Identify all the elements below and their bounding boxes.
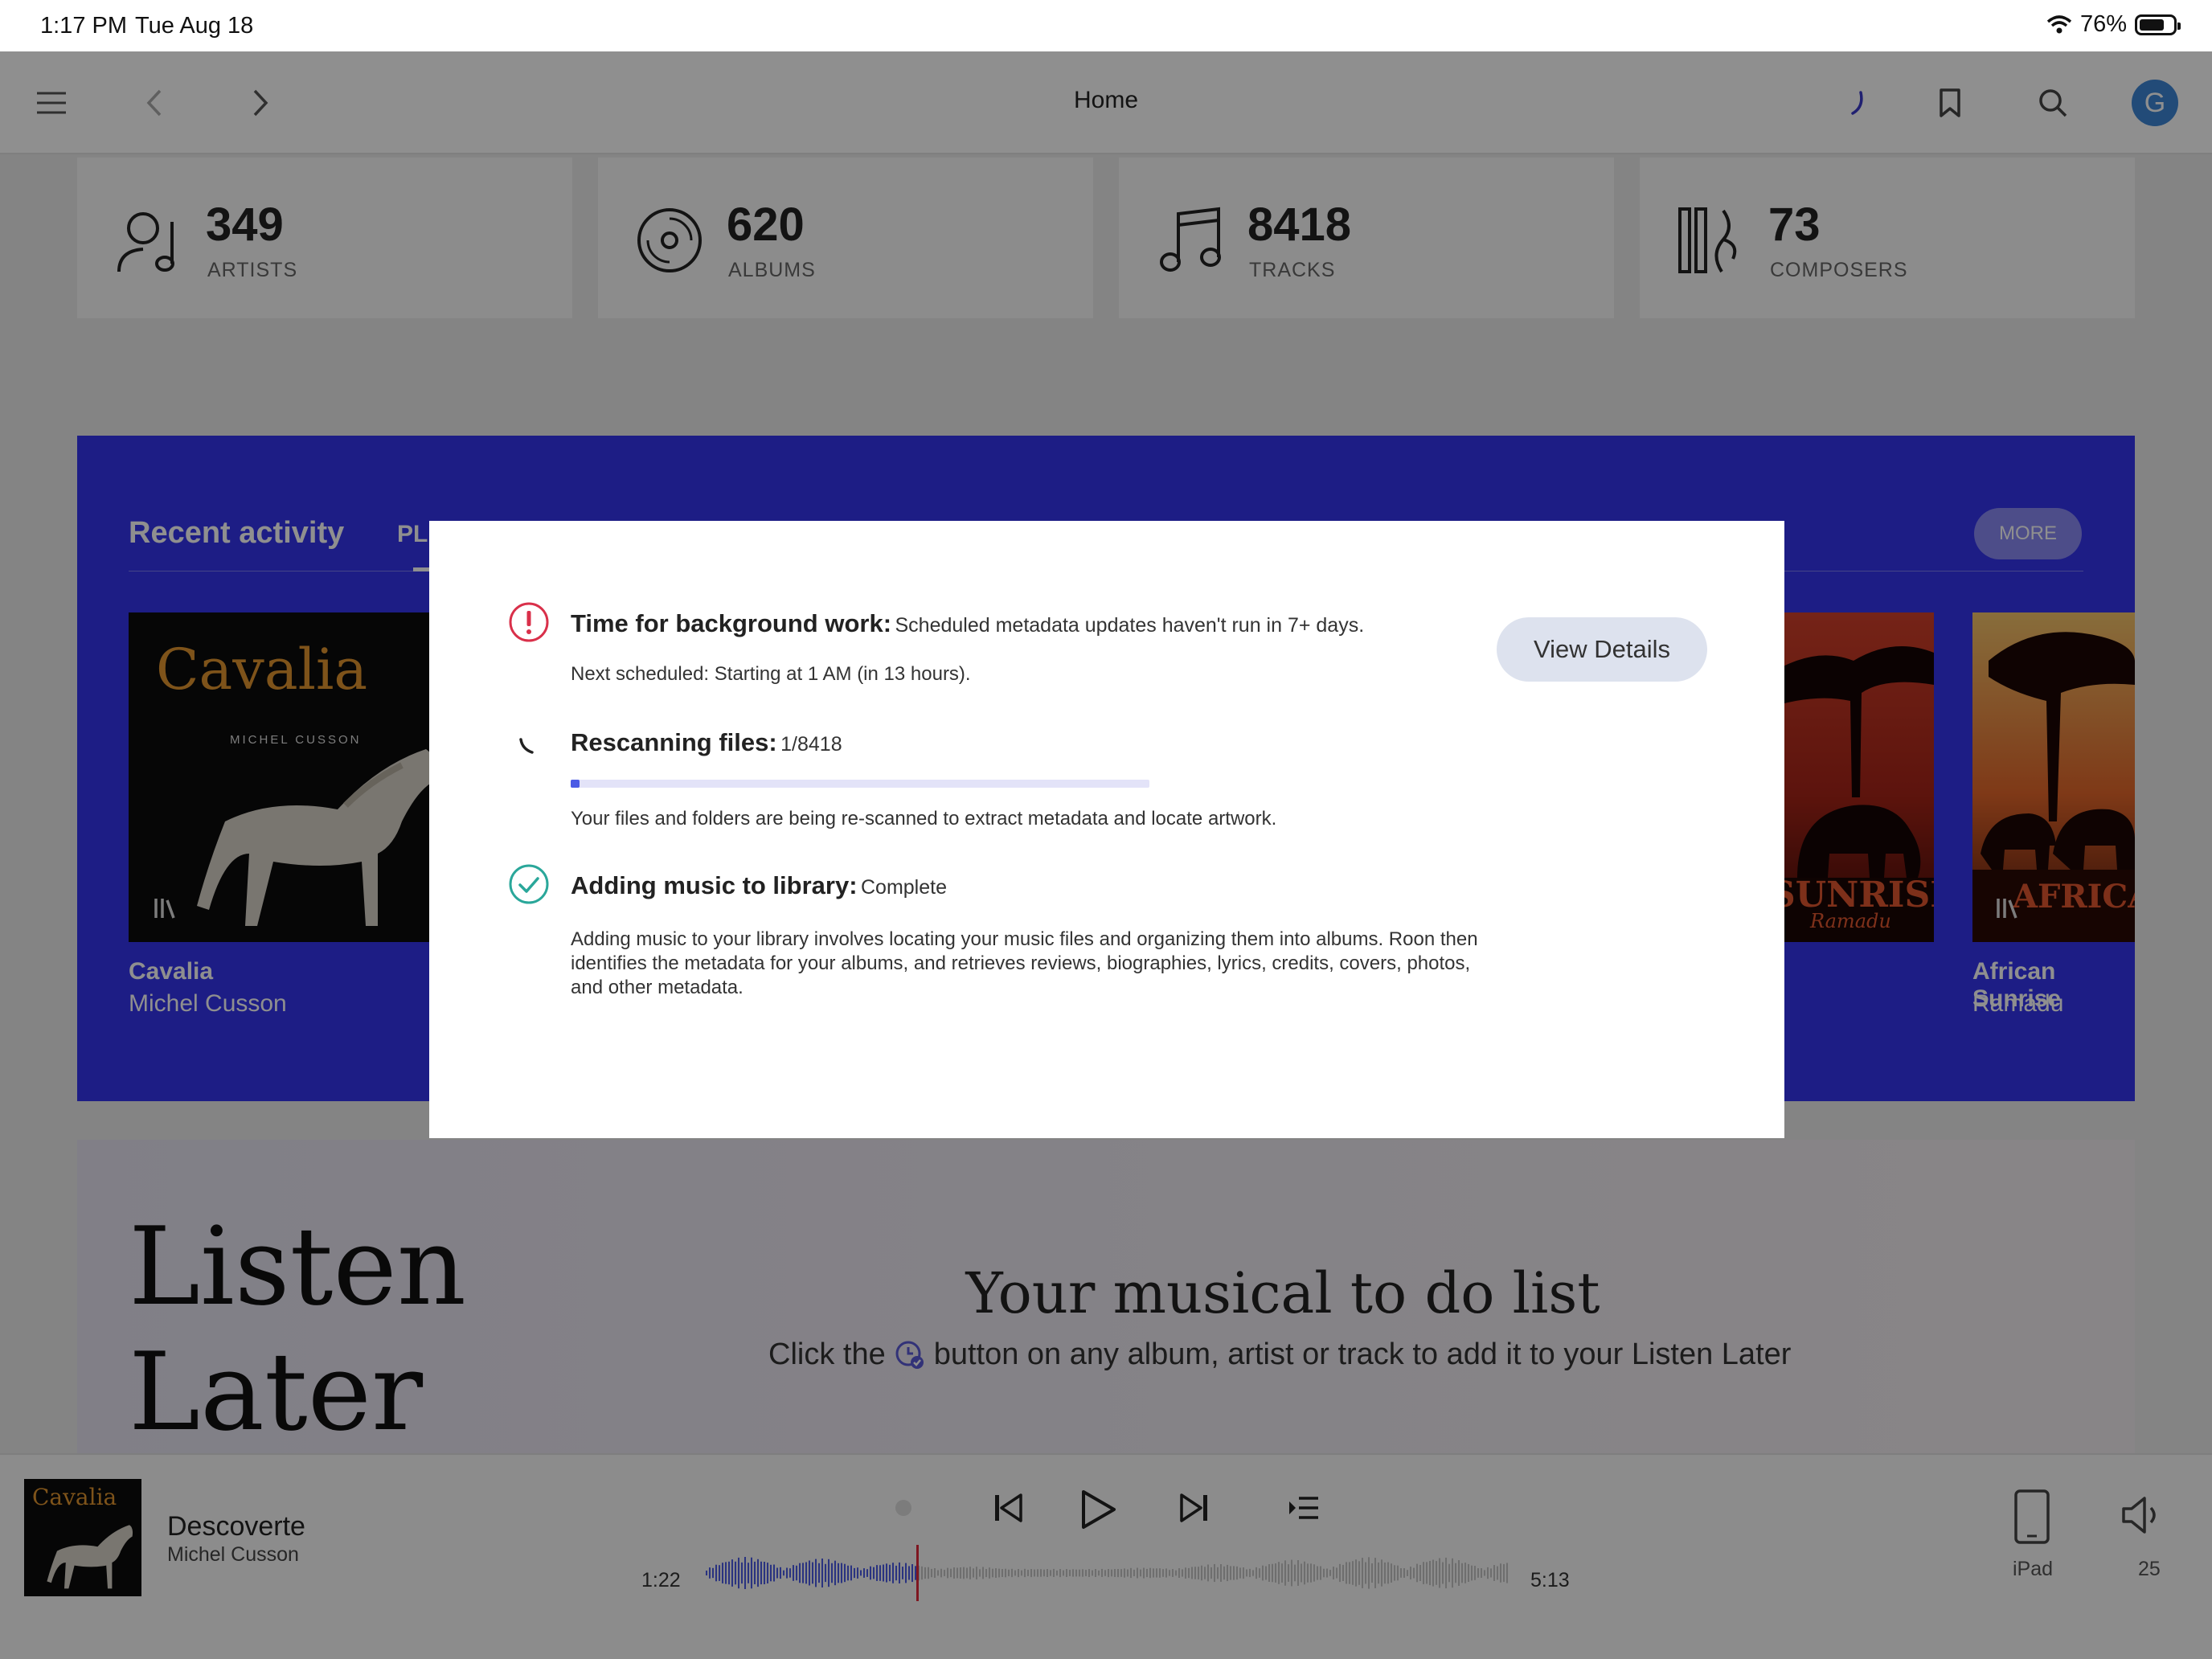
wifi-icon [2046, 14, 2072, 33]
status-time: 1:17 PM [40, 13, 127, 39]
adding-status: Complete [860, 876, 947, 899]
battery-percent: 76% [2079, 11, 2127, 37]
alert-icon [509, 602, 549, 642]
check-circle-icon [509, 864, 549, 904]
adding-line: Adding music to library: Complete [571, 871, 947, 900]
status-right: 76% [2046, 11, 2181, 38]
rescan-count: 1/8418 [780, 733, 842, 756]
bg-work-title: Time for background work: [571, 609, 892, 637]
rescan-progress-bar [571, 780, 1149, 788]
bg-work-line: Time for background work: Scheduled meta… [571, 609, 1364, 638]
adding-text: Adding music to your library involves lo… [571, 928, 1478, 998]
rescan-progress-fill [571, 780, 580, 788]
adding-title: Adding music to library: [571, 871, 858, 899]
loading-spinner-icon [519, 738, 534, 754]
status-bar: 1:17 PM Tue Aug 18 76% [0, 0, 2212, 51]
battery-icon [2135, 14, 2181, 35]
rescan-line: Rescanning files: 1/8418 [571, 728, 842, 757]
rescan-text: Your files and folders are being re-scan… [571, 808, 1277, 830]
bg-work-detail: Scheduled metadata updates haven't run i… [895, 614, 1365, 637]
status-date: Tue Aug 18 [135, 13, 254, 39]
background-tasks-dialog: Time for background work: Scheduled meta… [429, 521, 1784, 1138]
bg-work-next: Next scheduled: Starting at 1 AM (in 13 … [571, 663, 971, 685]
view-details-button[interactable]: View Details [1497, 617, 1707, 682]
rescan-title: Rescanning files: [571, 728, 777, 756]
